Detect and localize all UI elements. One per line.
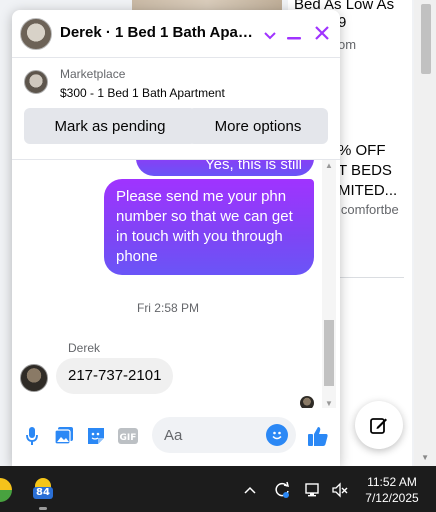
photo-icon[interactable] bbox=[52, 424, 76, 448]
chat-scroll-thumb[interactable] bbox=[324, 320, 334, 386]
message-composer: GIF bbox=[12, 414, 340, 458]
emoji-icon[interactable] bbox=[266, 424, 288, 446]
sync-icon[interactable] bbox=[272, 480, 292, 500]
incoming-message[interactable]: 217-737-2101 bbox=[56, 358, 174, 394]
system-clock[interactable]: 11:52 AM 7/12/2025 bbox=[356, 474, 428, 506]
network-icon[interactable] bbox=[303, 480, 323, 500]
listing-label: Marketplace bbox=[60, 67, 126, 81]
listing-thumbnail[interactable] bbox=[24, 70, 48, 94]
chat-window: Derek · 1 Bed 1 Bath Apartment Marketpla… bbox=[12, 10, 340, 466]
microphone-icon[interactable] bbox=[20, 424, 44, 448]
chevron-down-icon[interactable] bbox=[258, 22, 282, 46]
message-timestamp: Fri 2:58 PM bbox=[136, 301, 199, 315]
chat-scrollbar[interactable]: ▲ ▼ bbox=[322, 160, 336, 408]
page-scrollbar[interactable]: ▼ bbox=[414, 0, 436, 466]
scroll-up-icon[interactable]: ▲ bbox=[325, 161, 333, 170]
taskbar: 84 11:52 AM 7/12/2025 bbox=[0, 466, 436, 512]
ad2-line3[interactable]: MITED... bbox=[338, 180, 397, 202]
page-scroll-thumb[interactable] bbox=[421, 4, 431, 74]
weather-temperature: 84 bbox=[33, 487, 53, 499]
ad2-line2[interactable]: T BEDS bbox=[338, 160, 392, 182]
clock-time: 11:52 AM bbox=[367, 475, 417, 489]
outgoing-message[interactable]: Yes, this is still available bbox=[136, 160, 314, 193]
chat-header: Derek · 1 Bed 1 Bath Apartment bbox=[12, 10, 340, 58]
ad-domain: om bbox=[338, 37, 357, 52]
sticker-icon[interactable] bbox=[84, 424, 108, 448]
message-list[interactable]: Yes, this is still available Please send… bbox=[12, 160, 340, 408]
new-message-button[interactable] bbox=[355, 401, 403, 449]
minimize-icon[interactable] bbox=[282, 22, 306, 46]
ad2-domain: lcomfortbe bbox=[338, 202, 399, 217]
active-app-indicator bbox=[39, 507, 47, 510]
volume-muted-icon[interactable] bbox=[330, 480, 350, 500]
chat-title[interactable]: Derek · 1 Bed 1 Bath Apartment bbox=[60, 24, 258, 41]
read-receipt-avatar bbox=[300, 396, 314, 408]
ad2-line1[interactable]: % OFF bbox=[338, 140, 386, 162]
weather-widget[interactable]: 84 bbox=[30, 478, 56, 504]
browser-app-icon[interactable] bbox=[0, 478, 12, 502]
compose-icon bbox=[370, 418, 387, 434]
like-icon[interactable] bbox=[306, 424, 330, 448]
marketplace-listing: Marketplace $300 - 1 Bed 1 Bath Apartmen… bbox=[12, 58, 340, 160]
clock-date: 7/12/2025 bbox=[365, 491, 419, 505]
scroll-down-icon[interactable]: ▼ bbox=[325, 399, 333, 408]
sender-avatar[interactable] bbox=[20, 364, 48, 392]
chevron-up-icon[interactable] bbox=[240, 480, 260, 500]
close-icon[interactable] bbox=[310, 22, 334, 46]
more-options-button[interactable]: More options bbox=[188, 108, 328, 144]
mark-as-pending-button[interactable]: Mark as pending bbox=[24, 108, 196, 144]
gif-icon[interactable]: GIF bbox=[116, 424, 140, 448]
listing-title[interactable]: $300 - 1 Bed 1 Bath Apartment bbox=[60, 86, 225, 100]
sender-name: Derek bbox=[68, 341, 101, 355]
outgoing-message[interactable]: Please send me your phn number so that w… bbox=[104, 179, 314, 275]
screen: Bed As Low As 9 om % OFF T BEDS MITED...… bbox=[0, 0, 436, 512]
contact-avatar[interactable] bbox=[20, 18, 52, 50]
svg-text:GIF: GIF bbox=[120, 433, 137, 443]
page-scroll-down-icon[interactable]: ▼ bbox=[421, 453, 429, 462]
